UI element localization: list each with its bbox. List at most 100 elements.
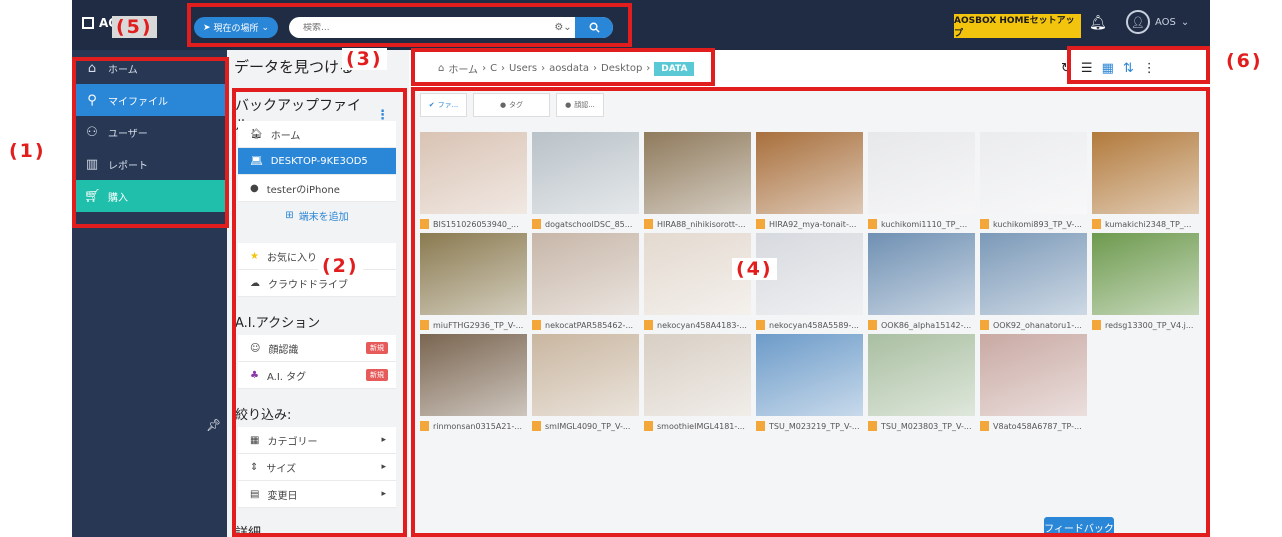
file-tile[interactable]: redsg13300_TP_V4.j...: [1092, 233, 1199, 335]
nav-item-home[interactable]: ⌂ ホーム: [72, 52, 227, 84]
file-tile[interactable]: rinmonsan0315A21-...: [420, 334, 527, 436]
file-tile[interactable]: V8ato458A6787_TP-...: [980, 334, 1087, 436]
feedback-button[interactable]: フィードバック: [1044, 517, 1114, 537]
breadcrumb-item[interactable]: ホーム: [448, 61, 478, 76]
file-tile[interactable]: TSU_M023803_TP_V-...: [868, 334, 975, 436]
chevron-right-icon: ▸: [381, 462, 386, 472]
tag-icon: ♣: [250, 369, 259, 381]
file-thumbnail[interactable]: [868, 334, 975, 416]
pin-icon[interactable]: 📌︎: [206, 418, 221, 432]
home-icon: ⌂: [87, 60, 97, 76]
file-tile[interactable]: smIMGL4090_TP_V-...: [532, 334, 639, 436]
user-menu[interactable]: 👤︎ AOS ⌄: [1126, 10, 1189, 34]
list-item-label: DESKTOP-9KE3OD5: [270, 155, 368, 167]
favorites-item[interactable]: ★ お気に入り: [238, 243, 396, 270]
favorites-list: ★ お気に入り ☁ クラウドドライブ: [238, 243, 396, 297]
file-thumbnail[interactable]: [980, 132, 1087, 214]
file-name: dogatschoolDSC_85...: [545, 219, 633, 229]
nav-item-purchase[interactable]: 🛒︎ 購入: [72, 180, 227, 212]
file-name: TSU_M023219_TP_V-...: [769, 421, 860, 431]
filter-size[interactable]: ⇕ サイズ ▸: [238, 454, 396, 481]
file-name-row: redsg13300_TP_V4.j...: [1092, 315, 1199, 335]
filter-category[interactable]: ▦ カテゴリー ▸: [238, 427, 396, 454]
refresh-icon[interactable]: ↻: [1061, 61, 1072, 76]
file-tile[interactable]: OOK92_ohanatoru1-...: [980, 233, 1087, 335]
file-thumbnail[interactable]: [644, 334, 751, 416]
file-thumbnail[interactable]: [1092, 132, 1199, 214]
filter-modified-date[interactable]: ▤ 変更日 ▸: [238, 481, 396, 508]
file-tile[interactable]: nekocyan458A5589-...: [756, 233, 863, 335]
backup-item-home[interactable]: 🏠︎ ホーム: [238, 121, 396, 148]
file-name: TSU_M023803_TP_V-...: [881, 421, 972, 431]
breadcrumb-current[interactable]: DATA: [654, 61, 695, 76]
nav-item-users[interactable]: ⚇ ユーザー: [72, 116, 227, 148]
file-thumbnail[interactable]: [980, 334, 1087, 416]
file-thumbnail[interactable]: [1092, 233, 1199, 315]
file-tile[interactable]: BIS151026053940_...: [420, 132, 527, 234]
face-recognition-item[interactable]: ☺ 顔認識 新規: [238, 335, 396, 362]
file-name-row: nekocatPAR585462-...: [532, 315, 639, 335]
image-file-icon: [644, 320, 653, 330]
chevron-down-icon: ⌄: [261, 22, 270, 33]
image-file-icon: [1092, 219, 1101, 229]
file-thumbnail[interactable]: [756, 334, 863, 416]
file-name: nekocyan458A4183-...: [657, 320, 747, 330]
face-icon: ●: [565, 101, 572, 109]
backup-item-desktop[interactable]: 💻︎ DESKTOP-9KE3OD5: [238, 148, 396, 175]
filter-chip-face[interactable]: ● 顔認...: [556, 93, 604, 117]
file-thumbnail[interactable]: [532, 132, 639, 214]
breadcrumb-item[interactable]: C: [490, 63, 497, 74]
file-tile[interactable]: OOK86_alpha15142-...: [868, 233, 975, 335]
cloud-drive-item[interactable]: ☁ クラウドドライブ: [238, 270, 396, 297]
search-settings-icon[interactable]: ⚙⌄: [551, 22, 575, 33]
file-tile[interactable]: nekocatPAR585462-...: [532, 233, 639, 335]
breadcrumb-item[interactable]: Users: [509, 63, 537, 74]
current-location-button[interactable]: ➤ 現在の場所 ⌄: [194, 17, 278, 38]
filter-chip-tag[interactable]: ● タグ: [473, 93, 550, 117]
file-tile[interactable]: HIRA92_mya-tonait-...: [756, 132, 863, 234]
file-thumbnail[interactable]: [980, 233, 1087, 315]
file-thumbnail[interactable]: [868, 132, 975, 214]
file-tile[interactable]: smoothieIMGL4181-...: [644, 334, 751, 436]
file-thumbnail[interactable]: [420, 334, 527, 416]
file-tile[interactable]: miuFTHG2936_TP_V-...: [420, 233, 527, 335]
current-location-label: 現在の場所: [213, 24, 259, 34]
sort-icon[interactable]: ⇅: [1123, 61, 1134, 76]
notification-bell-icon[interactable]: 🔔︎: [1089, 15, 1107, 31]
file-name-row: OOK86_alpha15142-...: [868, 315, 975, 335]
add-device-link[interactable]: ⊞ 端末を追加: [238, 202, 396, 229]
image-file-icon: [420, 219, 429, 229]
file-thumbnail[interactable]: [644, 132, 751, 214]
search-button[interactable]: [575, 17, 613, 38]
file-tile[interactable]: kuchikomi1110_TP_...: [868, 132, 975, 234]
file-tile[interactable]: kumakichi2348_TP_...: [1092, 132, 1199, 234]
file-thumbnail[interactable]: [420, 233, 527, 315]
home-icon[interactable]: ⌂: [438, 63, 444, 74]
setup-button[interactable]: AOSBOX HOMEセットアップ: [954, 14, 1081, 39]
search-input[interactable]: [303, 22, 551, 33]
file-tile[interactable]: nekocyan458A4183-...: [644, 233, 751, 335]
file-thumbnail[interactable]: [420, 132, 527, 214]
ai-tag-item[interactable]: ♣ A.I. タグ 新規: [238, 362, 396, 389]
filter-chip-file[interactable]: ✔ ファ...: [420, 93, 467, 117]
calendar-icon: ▤: [250, 488, 260, 500]
nav-item-my-files[interactable]: ⚲ マイファイル: [72, 84, 227, 116]
backup-item-iphone[interactable]: ● testerのiPhone: [238, 175, 396, 202]
file-tile[interactable]: kuchikomi893_TP_V-...: [980, 132, 1087, 234]
file-tile[interactable]: TSU_M023219_TP_V-...: [756, 334, 863, 436]
file-tile[interactable]: HIRA88_nihikisorott-...: [644, 132, 751, 234]
nav-item-report[interactable]: ▥ レポート: [72, 148, 227, 180]
breadcrumb-separator: ›: [501, 63, 506, 74]
face-icon: ☺: [250, 342, 261, 354]
file-thumbnail[interactable]: [532, 334, 639, 416]
breadcrumb-item[interactable]: aosdata: [549, 63, 589, 74]
file-thumbnail[interactable]: [868, 233, 975, 315]
breadcrumb-item[interactable]: Desktop: [601, 63, 642, 74]
more-vertical-icon[interactable]: ⋮: [1143, 61, 1156, 76]
grid-view-icon[interactable]: ▦: [1102, 61, 1114, 76]
file-thumbnail[interactable]: [756, 132, 863, 214]
file-thumbnail[interactable]: [532, 233, 639, 315]
list-view-icon[interactable]: ☰: [1081, 61, 1093, 76]
file-name: kuchikomi1110_TP_...: [881, 219, 968, 229]
file-tile[interactable]: dogatschoolDSC_85...: [532, 132, 639, 234]
